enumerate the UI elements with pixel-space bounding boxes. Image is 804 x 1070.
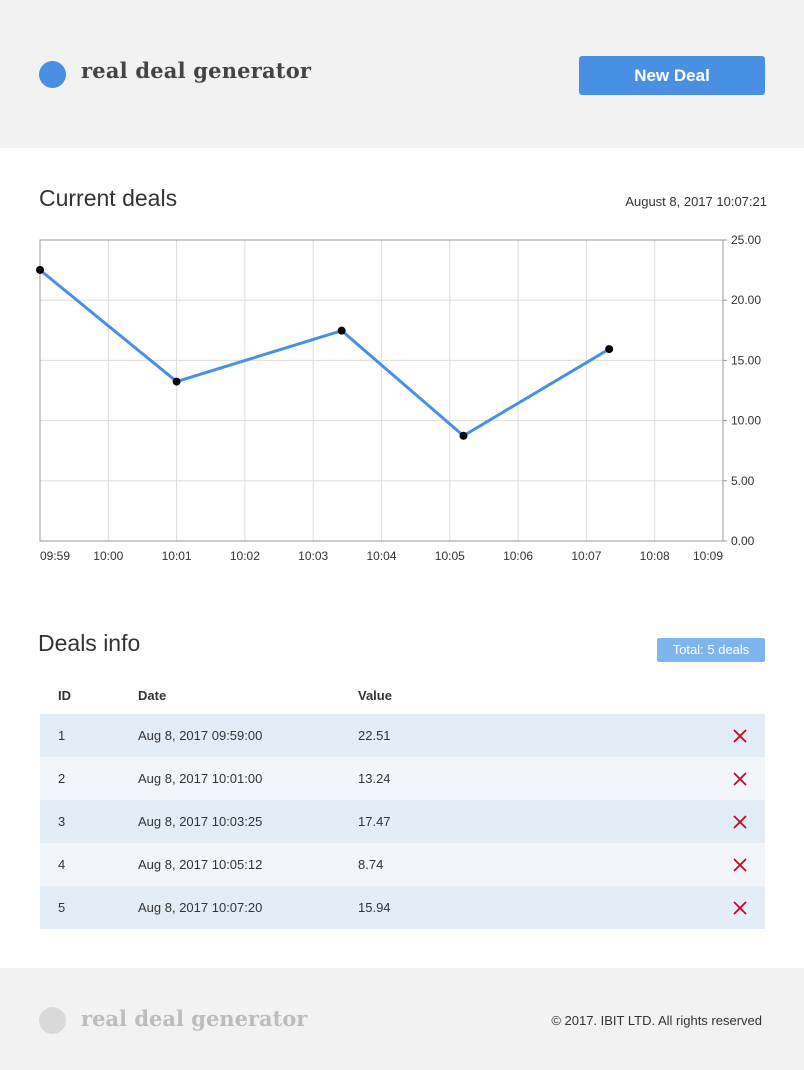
current-deals-title: Current deals: [39, 185, 178, 211]
x-tick-label: 10:09: [693, 549, 723, 563]
deal-date: Aug 8, 2017 10:07:20: [138, 900, 263, 915]
delete-deal-icon[interactable]: [731, 727, 749, 745]
deal-id: 2: [58, 771, 66, 786]
y-tick-label: 25.00: [731, 233, 761, 247]
x-tick-label: 10:08: [640, 549, 670, 563]
delete-deal-icon[interactable]: [731, 899, 749, 917]
y-tick-label: 15.00: [731, 353, 761, 367]
deal-id: 1: [58, 728, 66, 743]
series-line: [39, 268, 610, 438]
delete-deal-icon[interactable]: [731, 813, 749, 831]
table-row: 2 Aug 8, 2017 10:01:00 13.24: [40, 757, 765, 800]
deal-id: 4: [58, 857, 66, 872]
deal-date: Aug 8, 2017 09:59:00: [138, 728, 263, 743]
data-point: [605, 345, 614, 354]
x-tick-label: 09:59: [40, 549, 70, 563]
x-tick-label: 10:05: [435, 549, 465, 563]
deal-value: 22.51: [358, 728, 391, 743]
deals-table: ID Date Value 1 Aug 8, 2017 09:59:00 22.51…: [40, 680, 765, 929]
table-row: 4 Aug 8, 2017 10:05:12 8.74: [40, 843, 765, 886]
x-tick-label: 10:04: [366, 549, 396, 563]
y-tick-label: 20.00: [731, 293, 761, 307]
column-header-value: Value: [358, 688, 392, 703]
deal-date: Aug 8, 2017 10:05:12: [138, 857, 263, 872]
header: real deal generator New Deal: [0, 0, 804, 148]
table-row: 1 Aug 8, 2017 09:59:00 22.51: [40, 714, 765, 757]
deal-value: 15.94: [358, 900, 391, 915]
table-row: 5 Aug 8, 2017 10:07:20 15.94: [40, 886, 765, 929]
deal-value: 13.24: [358, 771, 391, 786]
new-deal-button[interactable]: New Deal: [579, 56, 765, 95]
x-tick-label: 10:03: [298, 549, 328, 563]
data-point: [36, 265, 44, 274]
logo-icon: [39, 61, 66, 88]
deal-value: 8.74: [358, 857, 384, 872]
deal-date: Aug 8, 2017 10:01:00: [138, 771, 263, 786]
footer-logo-text: real deal generator: [81, 1006, 308, 1031]
logo-text: real deal generator: [81, 58, 312, 83]
x-tick-label: 10:07: [571, 549, 601, 563]
copyright-text: © 2017. IBIT LTD. All rights reserved: [551, 1013, 762, 1028]
deal-date: Aug 8, 2017 10:03:25: [138, 814, 263, 829]
data-point: [337, 326, 346, 335]
deals-info-title: Deals info: [38, 630, 141, 656]
x-tick-label: 10:00: [93, 549, 123, 563]
deals-line-chart: 09:59 10:00 10:01 10:02 10:03 10:04 10:05 10:06…: [36, 233, 761, 563]
total-deals-badge: Total: 5 deals: [657, 638, 765, 662]
y-tick-label: 10.00: [731, 414, 761, 428]
deal-id: 3: [58, 814, 66, 829]
y-tick-label: 0.00: [731, 534, 755, 548]
deal-id: 5: [58, 900, 66, 915]
table-header: ID Date Value: [40, 680, 765, 714]
delete-deal-icon[interactable]: [731, 856, 749, 874]
x-tick-label: 10:06: [503, 549, 533, 563]
x-tick-label: 10:01: [162, 549, 192, 563]
data-point: [172, 377, 181, 386]
footer: real deal generator © 2017. IBIT LTD. Al…: [0, 968, 804, 1070]
current-timestamp: August 8, 2017 10:07:21: [625, 194, 767, 209]
footer-logo-icon: [39, 1007, 66, 1034]
y-tick-label: 5.00: [731, 474, 755, 488]
table-row: 3 Aug 8, 2017 10:03:25 17.47: [40, 800, 765, 843]
column-header-date: Date: [138, 688, 167, 703]
deal-value: 17.47: [358, 814, 391, 829]
delete-deal-icon[interactable]: [731, 770, 749, 788]
column-header-id: ID: [58, 688, 71, 703]
data-point: [459, 431, 468, 440]
x-tick-label: 10:02: [230, 549, 260, 563]
